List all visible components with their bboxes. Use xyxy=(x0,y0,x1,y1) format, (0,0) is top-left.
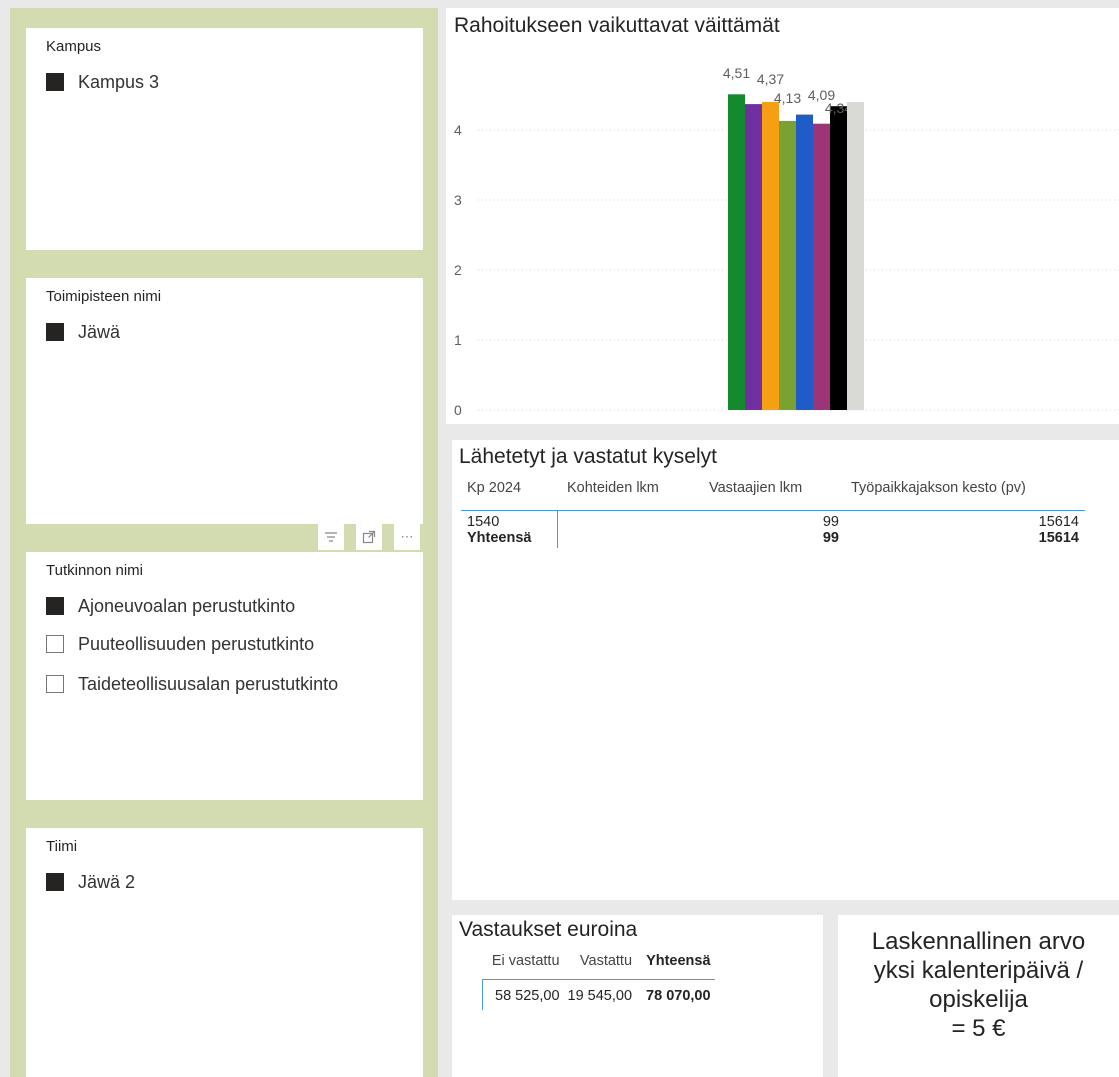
slicer-title: Tutkinnon nimi xyxy=(46,562,143,579)
table-header-row: Ei vastattu Vastattu Yhteensä xyxy=(482,951,715,980)
column-header[interactable]: Työpaikkajakson kesto (pv) xyxy=(845,478,1085,511)
table-cell: Yhteensä xyxy=(461,530,558,548)
chart-panel: Rahoitukseen vaikuttavat väittämät 01234… xyxy=(446,8,1119,424)
focus-mode-icon[interactable] xyxy=(356,524,382,550)
bar[interactable] xyxy=(779,120,796,411)
slicer-item-label: Puuteollisuuden perustutkinto xyxy=(78,633,315,654)
slicer-tiimi: Tiimi Jäwä 2 xyxy=(26,828,423,1077)
y-tick-label: 0 xyxy=(454,402,462,418)
table-cell: 58 525,00 xyxy=(481,979,564,1010)
y-tick-label: 1 xyxy=(454,332,462,348)
slicer-title: Kampus xyxy=(46,38,102,55)
slicer-item-label: Jäwä 2 xyxy=(78,871,136,892)
data-label: 4,37 xyxy=(757,71,784,87)
kpi-line: Laskennallinen arvo xyxy=(871,928,1086,955)
kpi-line: yksi kalenteripäivä / xyxy=(873,957,1084,984)
slicer-item-jawa[interactable]: Jäwä xyxy=(46,320,120,344)
slicer-item-jawa-2[interactable]: Jäwä 2 xyxy=(46,870,135,894)
column-header[interactable]: Vastaajien lkm xyxy=(703,478,845,511)
kpi-value: = 5 € xyxy=(951,1015,1006,1042)
table-row: 58 525,00 19 545,00 78 070,00 xyxy=(481,979,715,1010)
filter-icon[interactable] xyxy=(318,524,344,550)
slicer-kampus: Kampus Kampus 3 xyxy=(26,28,423,250)
table-cell: 1540 xyxy=(461,510,558,530)
data-label: 4,51 xyxy=(723,65,750,81)
table-cell: 15614 xyxy=(1038,530,1079,546)
bar[interactable] xyxy=(796,114,813,410)
slicer-item-label: Ajoneuvoalan perustutkinto xyxy=(78,595,296,616)
slicer-title: Toimipisteen nimi xyxy=(46,288,162,305)
bar[interactable] xyxy=(728,94,745,411)
y-tick-label: 4 xyxy=(454,122,462,138)
more-options-icon[interactable]: ⋯ xyxy=(394,524,420,550)
table-row: 1540 99 15614 xyxy=(461,510,1085,531)
slicer-item-label: Kampus 3 xyxy=(78,71,160,92)
kyselyt-table: Kp 2024 Kohteiden lkm Vastaajien lkm Työ… xyxy=(461,478,1085,548)
kpi-text: Laskennallinen arvo yksi kalenteripäivä … xyxy=(838,915,1119,1043)
slicer-item-ajoneuvoala[interactable]: Ajoneuvoalan perustutkinto xyxy=(46,594,295,618)
slicer-tutkinto: Tutkinnon nimi Ajoneuvoalan perustutkint… xyxy=(26,552,423,800)
bar[interactable] xyxy=(813,123,830,410)
table-header-row: Kp 2024 Kohteiden lkm Vastaajien lkm Työ… xyxy=(461,478,1085,511)
y-tick-label: 3 xyxy=(454,192,462,208)
checkbox-checked-icon[interactable] xyxy=(46,597,64,615)
column-header[interactable]: Vastattu xyxy=(563,951,637,980)
bar-chart: 012344,51 4,374,13 4,094,34 xyxy=(454,65,1119,418)
bar[interactable] xyxy=(847,102,864,410)
slicer-item-label: Taideteollisuusalan perustutkinto xyxy=(78,673,339,694)
kyselyt-title: Lähetetyt ja vastatut kyselyt xyxy=(459,445,717,468)
column-header[interactable]: Ei vastattu xyxy=(482,951,564,980)
table-cell: 15614 xyxy=(1038,514,1079,530)
slicer-toimipiste: Toimipisteen nimi Jäwä xyxy=(26,278,423,524)
checkbox-checked-icon[interactable] xyxy=(46,323,64,341)
table-cell: 99 xyxy=(822,514,839,530)
kpi-card: Laskennallinen arvo yksi kalenteripäivä … xyxy=(838,915,1119,1077)
table-total-row: Yhteensä 99 15614 xyxy=(461,530,1085,548)
kpi-line: opiskelija xyxy=(929,986,1028,1013)
euroina-table: Ei vastattu Vastattu Yhteensä 58 525,00 … xyxy=(481,951,715,1010)
column-header[interactable]: Kohteiden lkm xyxy=(557,478,703,511)
table-cell: 78 070,00 xyxy=(646,988,711,1004)
y-tick-label: 2 xyxy=(454,262,462,278)
bar[interactable] xyxy=(745,104,762,410)
checkbox-unchecked-icon[interactable] xyxy=(46,635,64,653)
checkbox-checked-icon[interactable] xyxy=(46,73,64,91)
checkbox-checked-icon[interactable] xyxy=(46,873,64,891)
table-cell xyxy=(557,530,703,548)
kyselyt-panel: Lähetetyt ja vastatut kyselyt Kp 2024 Ko… xyxy=(452,440,1119,900)
slicer-title: Tiimi xyxy=(46,838,78,855)
bar[interactable] xyxy=(830,106,847,410)
slicer-item-puuteollisuus[interactable]: Puuteollisuuden perustutkinto xyxy=(46,632,314,656)
checkbox-unchecked-icon[interactable] xyxy=(46,675,64,693)
table-cell: 19 545,00 xyxy=(567,988,633,1004)
slicer-item-kampus-3[interactable]: Kampus 3 xyxy=(46,70,159,94)
bar[interactable] xyxy=(762,102,779,410)
data-label: 4,13 xyxy=(774,90,801,106)
euroina-title: Vastaukset euroina xyxy=(459,918,638,941)
slicer-item-taideteollisuus[interactable]: Taideteollisuusalan perustutkinto xyxy=(46,672,338,696)
table-cell xyxy=(557,511,703,531)
column-header[interactable]: Kp 2024 xyxy=(461,478,557,511)
table-cell: 99 xyxy=(822,530,839,546)
euroina-panel: Vastaukset euroina Ei vastattu Vastattu … xyxy=(452,915,823,1077)
slicer-item-label: Jäwä xyxy=(78,321,121,342)
column-header[interactable]: Yhteensä xyxy=(636,951,715,980)
